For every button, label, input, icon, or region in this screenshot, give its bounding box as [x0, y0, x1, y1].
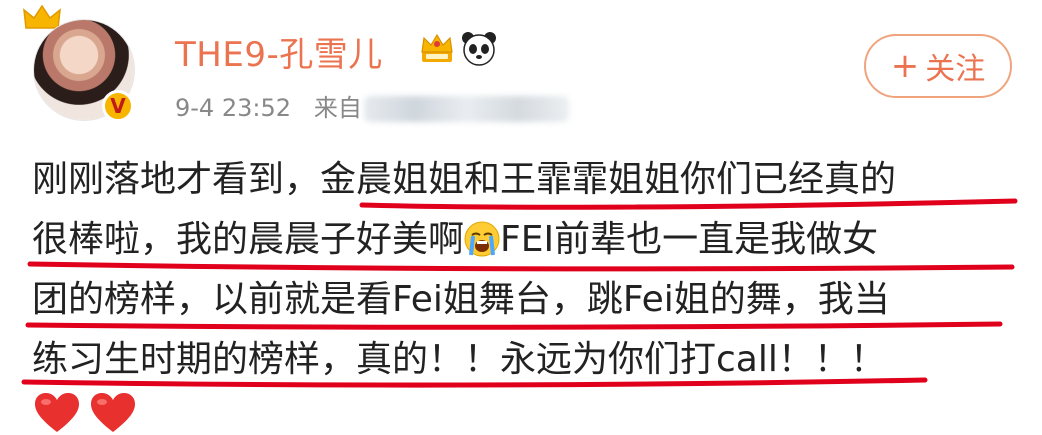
follow-label: 关注 — [925, 52, 986, 87]
post-time: 9-4 23:52 — [175, 94, 291, 122]
post-source-label: 来自 — [313, 94, 362, 122]
follow-button[interactable]: + 关注 — [864, 34, 1012, 98]
verified-badge: V — [102, 90, 134, 122]
panda-badge-icon[interactable] — [460, 30, 498, 68]
post-line: 练习生时期的榜样，真的！！永远为你们打call！！！ — [32, 339, 886, 380]
post-line: 很棒啦，我的晨晨子好美啊 FEI前辈也一直是我做女 — [32, 219, 879, 260]
post-source-blurred — [363, 96, 569, 122]
crying-face-icon — [464, 221, 500, 257]
post-line: 刚刚落地才看到，金晨姐姐和王霏霏姐姐你们已经真的 — [32, 159, 897, 200]
crown-badge-icon[interactable] — [418, 30, 456, 68]
user-avatar[interactable]: V — [23, 4, 142, 128]
hearts-row — [34, 392, 146, 434]
red-heart-icon — [91, 393, 135, 432]
post-content: 刚刚落地才看到，金晨姐姐和王霏霏姐姐你们已经真的 很棒啦，我的晨晨子好美啊 FE… — [32, 150, 1022, 390]
red-heart-icon — [35, 393, 79, 432]
post-line: 团的榜样，以前就是看Fei姐舞台，跳Fei姐的舞，我当 — [32, 279, 890, 320]
username[interactable]: THE9-孔雪儿 — [175, 27, 383, 76]
post-meta: 9-4 23:52 来自 — [175, 88, 569, 123]
plus-icon: + — [890, 46, 920, 86]
